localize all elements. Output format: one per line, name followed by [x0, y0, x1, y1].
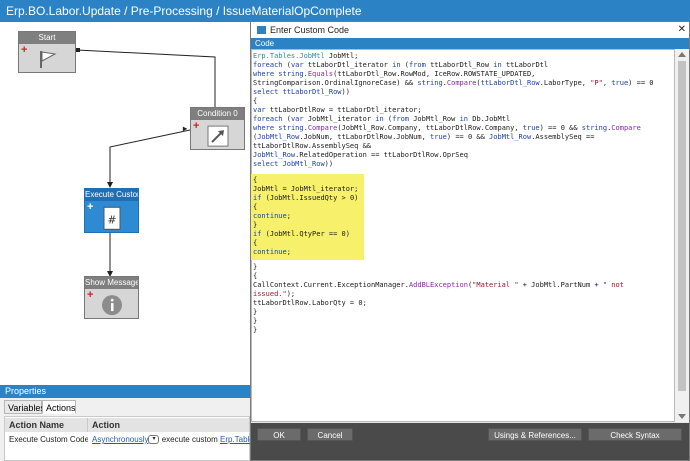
- action-cell[interactable]: Asynchronously▾ execute custom Erp.Table: [88, 433, 250, 447]
- code-line: continue;: [253, 248, 291, 256]
- code-line: continue;: [253, 212, 291, 220]
- tab-variables[interactable]: Variables: [4, 400, 45, 414]
- add-icon[interactable]: +: [87, 290, 93, 301]
- info-icon: [101, 294, 122, 315]
- svg-text:#: #: [107, 213, 116, 226]
- code-line: select ttLaborDtl_Row)): [253, 88, 350, 96]
- condition-node[interactable]: Condition 0 +: [190, 107, 245, 150]
- execute-custom-code-node[interactable]: Execute Custom Co # +: [84, 188, 139, 233]
- add-icon[interactable]: +: [87, 202, 93, 213]
- async-mode-link[interactable]: Asynchronously: [92, 435, 148, 444]
- dialog-title-bar[interactable]: Enter Custom Code ✕: [251, 22, 689, 38]
- execute-node-label: Execute Custom Co: [85, 189, 138, 201]
- code-document-icon: #: [103, 206, 120, 230]
- tab-actions[interactable]: Actions: [42, 400, 76, 414]
- close-icon[interactable]: ✕: [678, 22, 686, 38]
- scroll-up-icon[interactable]: [678, 52, 686, 57]
- condition-node-label: Condition 0: [191, 108, 244, 120]
- input-port[interactable]: ▸: [183, 124, 187, 133]
- usings-references-button[interactable]: Usings & References...: [488, 428, 582, 441]
- add-icon[interactable]: +: [193, 121, 199, 132]
- code-line: select JobMtl_Row)): [253, 160, 334, 168]
- code-line: if (JobMtl.IssuedQty > 0): [253, 194, 359, 202]
- code-line: CallContext.Current.ExceptionManager.Add…: [253, 281, 624, 289]
- table-link[interactable]: Erp.Table: [220, 435, 250, 444]
- window-icon: [257, 26, 266, 34]
- action-name-cell[interactable]: Execute Custom Code 0: [5, 433, 88, 447]
- action-text: execute custom: [161, 435, 218, 444]
- column-header-action[interactable]: Action: [88, 418, 250, 432]
- column-header-action-name[interactable]: Action Name: [5, 418, 88, 432]
- output-port[interactable]: [76, 48, 80, 52]
- arrows-icon: [207, 125, 228, 147]
- code-line: ttLaborDtlRow.LaborQty = 0;: [253, 299, 367, 307]
- cancel-button[interactable]: Cancel: [307, 428, 353, 441]
- add-icon[interactable]: +: [21, 45, 27, 56]
- show-message-node[interactable]: Show Message 0 +: [84, 276, 139, 319]
- tab-code[interactable]: Code: [251, 38, 689, 49]
- start-node-label: Start: [19, 32, 75, 44]
- dialog-title: Enter Custom Code: [270, 25, 350, 35]
- code-line: if (JobMtl.QtyPer == 0): [253, 230, 350, 238]
- check-syntax-button[interactable]: Check Syntax: [588, 428, 682, 441]
- chevron-down-icon[interactable]: ▾: [148, 435, 160, 445]
- show-message-node-label: Show Message 0: [85, 277, 138, 289]
- scrollbar-thumb[interactable]: [678, 61, 686, 391]
- ok-button[interactable]: OK: [257, 428, 301, 441]
- scroll-down-icon[interactable]: [678, 414, 686, 419]
- properties-title: Properties: [0, 385, 250, 398]
- code-line: }: [253, 326, 258, 334]
- editor-scrollbar[interactable]: [675, 49, 689, 422]
- flag-icon: [40, 51, 57, 68]
- start-node[interactable]: Start +: [18, 31, 76, 73]
